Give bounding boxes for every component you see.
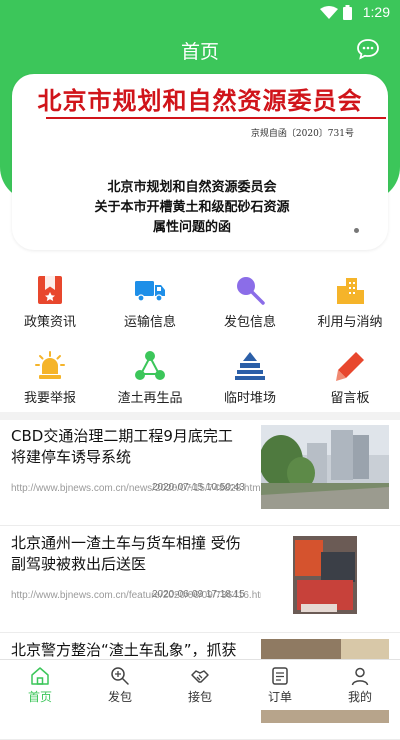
menu-label: 临时堆场: [223, 391, 276, 406]
menu-message-board[interactable]: 留言板: [300, 342, 400, 412]
menu-label: 渣土再生品: [117, 391, 183, 406]
menu-utilization-disposal[interactable]: 利用与消纳: [300, 266, 400, 336]
chat-bubble-icon[interactable]: [356, 37, 380, 61]
menu-label: 政策资讯: [23, 315, 76, 330]
banner-doc-title-line: 关于本市开槽黄土和级配砂石资源: [94, 200, 290, 215]
banner-doc-title: 北京市规划和自然资源委员会 关于本市开槽黄土和级配砂石资源 属性问题的函: [12, 178, 372, 238]
wifi-icon: [320, 6, 338, 19]
order-icon: [272, 667, 288, 685]
banner-doc-title-line: 属性问题的函: [152, 220, 231, 235]
shovel-icon: [237, 277, 265, 305]
section-divider: [0, 412, 400, 420]
menu-label: 我要举报: [23, 391, 76, 406]
news-title: 北京警方整治“渣土车乱象”，抓获: [11, 641, 237, 659]
home-icon: [31, 667, 49, 685]
menu-label: 留言板: [330, 391, 370, 406]
recycle-icon: [135, 351, 165, 380]
page-title: 首页: [180, 41, 219, 63]
alarm-light-icon: [35, 351, 65, 379]
menu-report[interactable]: 我要举报: [0, 342, 100, 412]
menu-policy-news[interactable]: 政策资讯: [0, 266, 100, 336]
profile-icon: [351, 667, 369, 686]
menu-temporary-yard[interactable]: 临时堆场: [200, 342, 300, 412]
menu-label: 利用与消纳: [317, 315, 383, 330]
truck-icon: [135, 281, 165, 302]
menu-contract-info[interactable]: 发包信息: [200, 266, 300, 336]
tab-accept[interactable]: 接包: [160, 660, 240, 711]
news-thumbnail: [261, 532, 389, 616]
tab-publish[interactable]: 发包: [80, 660, 160, 711]
tab-label: 订单: [267, 690, 292, 704]
banner-carousel[interactable]: 北京市规划和自然资源委员会 京规自函〔2020〕731号 北京市规划和自然资源委…: [12, 74, 388, 250]
tab-label: 首页: [27, 690, 52, 704]
tab-label: 接包: [187, 690, 212, 704]
menu-label: 运输信息: [123, 315, 176, 330]
news-date: 2020-06-09 17:18:15: [152, 589, 245, 600]
banner-doc-title-line: 北京市规划和自然资源委员会: [107, 180, 277, 195]
tab-profile[interactable]: 我的: [320, 660, 400, 711]
banner-doc-number: 京规自函〔2020〕731号: [250, 129, 354, 139]
tab-home[interactable]: 首页: [0, 660, 80, 711]
bottom-tab-bar: 首页 发包 接包 订单 我的: [0, 659, 400, 710]
news-thumbnail: [261, 425, 389, 509]
status-time: 1:29: [362, 4, 390, 20]
policy-bookmark-icon: [38, 276, 62, 304]
carousel-indicator[interactable]: [354, 228, 359, 233]
app-header: 首页: [0, 25, 400, 73]
pencil-icon: [336, 352, 364, 381]
menu-label: 发包信息: [223, 315, 276, 330]
news-title: CBD交通治理二期工程9月底完工 将建停车诱导系统: [11, 427, 233, 466]
handshake-icon: [191, 670, 209, 683]
stack-icon: [235, 352, 265, 380]
publish-icon: [111, 667, 129, 685]
status-bar: 1:29: [0, 0, 400, 25]
menu-transport-info[interactable]: 运输信息: [100, 266, 200, 336]
news-item[interactable]: CBD交通治理二期工程9月底完工 将建停车诱导系统 http://www.bjn…: [0, 420, 400, 526]
menu-recycled-products[interactable]: 渣土再生品: [100, 342, 200, 412]
banner-org-heading: 北京市规划和自然资源委员会: [37, 86, 363, 115]
news-date: 2020-07-15 10:50:43: [152, 482, 245, 493]
battery-icon: [343, 5, 352, 20]
news-item[interactable]: 北京通州一渣土车与货车相撞 受伤副驾驶被救出后送医 http://www.bjn…: [0, 527, 400, 633]
tab-label: 发包: [107, 690, 132, 704]
factory-icon: [337, 278, 364, 304]
news-title: 北京通州一渣土车与货车相撞 受伤副驾驶被救出后送医: [11, 534, 241, 573]
tab-orders[interactable]: 订单: [240, 660, 320, 711]
tab-label: 我的: [347, 690, 372, 704]
banner-red-rule: [46, 117, 386, 119]
